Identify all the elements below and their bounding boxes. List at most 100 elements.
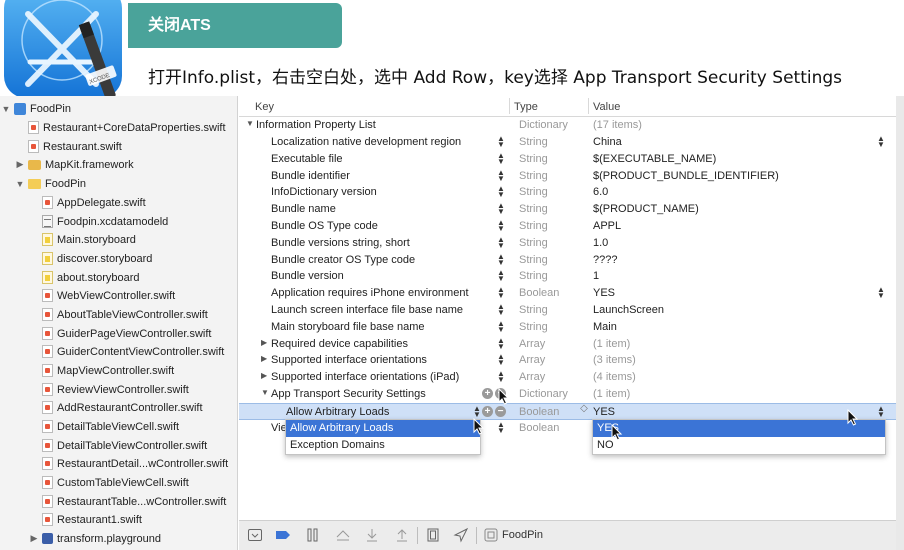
plist-key[interactable]: Required device capabilities: [271, 338, 408, 350]
key-stepper-icon[interactable]: ▲ ▼: [497, 152, 505, 166]
navigator-item[interactable]: WebViewController.swift: [0, 286, 238, 305]
key-stepper-icon[interactable]: ▲ ▼: [497, 320, 505, 334]
navigator-item[interactable]: Foodpin.xcdatamodeld: [0, 212, 238, 231]
plist-value[interactable]: 1.0: [593, 237, 608, 249]
navigator-item[interactable]: DetailTableViewCell.swift: [0, 417, 238, 436]
type-popup-icon[interactable]: ◇: [580, 404, 588, 414]
navigator-item[interactable]: MapViewController.swift: [0, 361, 238, 380]
plist-value[interactable]: LaunchScreen: [593, 304, 664, 316]
scheme-label[interactable]: FoodPin: [502, 529, 543, 541]
plist-row[interactable]: Localization native development region ▲ ▼…: [239, 134, 896, 151]
navigator-item[interactable]: RestaurantTable...wController.swift: [0, 492, 238, 511]
plist-value[interactable]: APPL: [593, 220, 621, 232]
plist-row[interactable]: ▶ Supported interface orientations (iPad)…: [239, 369, 896, 386]
plist-value[interactable]: $(EXECUTABLE_NAME): [593, 153, 716, 165]
key-stepper-icon[interactable]: ▲ ▼: [497, 219, 505, 233]
plist-type[interactable]: String: [519, 237, 548, 249]
plist-type[interactable]: String: [519, 254, 548, 266]
disclosure-closed-icon[interactable]: ▶: [261, 354, 267, 363]
plist-value[interactable]: (1 item): [593, 338, 630, 350]
navigator-item[interactable]: AppDelegate.swift: [0, 193, 238, 212]
navigator-item[interactable]: Restaurant+CoreDataProperties.swift: [0, 118, 238, 137]
plist-value[interactable]: ????: [593, 254, 617, 266]
plist-type[interactable]: String: [519, 220, 548, 232]
value-popup-icon[interactable]: ▲ ▼: [877, 135, 885, 149]
plist-value[interactable]: YES: [593, 287, 615, 299]
breakpoint-icon[interactable]: [275, 527, 291, 543]
plist-type[interactable]: String: [519, 170, 548, 182]
popup-option-allow-arbitrary-loads[interactable]: Allow Arbitrary Loads: [286, 420, 480, 437]
plist-value[interactable]: (3 items): [593, 354, 636, 366]
plist-key[interactable]: App Transport Security Settings: [271, 388, 426, 400]
plist-key[interactable]: InfoDictionary version: [271, 186, 377, 198]
plist-key[interactable]: Supported interface orientations (iPad): [271, 371, 459, 383]
key-stepper-icon[interactable]: ▲ ▼: [497, 185, 505, 199]
plist-row[interactable]: Bundle OS Type code ▲ ▼ String APPL: [239, 218, 896, 235]
disclosure-closed-icon[interactable]: ▶: [15, 159, 25, 170]
plist-key[interactable]: Main storyboard file base name: [271, 321, 424, 333]
plist-type[interactable]: Boolean: [519, 287, 559, 299]
navigator-item[interactable]: ▶ transform.playground: [0, 529, 238, 548]
plist-type[interactable]: Array: [519, 338, 545, 350]
disclosure-closed-icon[interactable]: ▶: [29, 533, 39, 544]
key-stepper-icon[interactable]: ▲ ▼: [497, 421, 505, 435]
navigator-item[interactable]: AddRestaurantController.swift: [0, 398, 238, 417]
value-popup-icon[interactable]: ▲ ▼: [877, 405, 885, 419]
type-column-header[interactable]: Type: [514, 101, 538, 113]
key-stepper-icon[interactable]: ▲ ▼: [497, 236, 505, 250]
plist-key[interactable]: Bundle identifier: [271, 170, 350, 182]
remove-row-icon[interactable]: −: [495, 406, 506, 417]
disclosure-open-icon[interactable]: ▼: [261, 388, 269, 397]
navigator-item[interactable]: GuiderPageViewController.swift: [0, 324, 238, 343]
plist-row[interactable]: Main storyboard file base name ▲ ▼ String Ma…: [239, 319, 896, 336]
navigator-item[interactable]: about.storyboard: [0, 268, 238, 287]
value-popup-icon[interactable]: ▲ ▼: [877, 286, 885, 300]
plist-row[interactable]: Executable file ▲ ▼ String $(EXECUTABLE_NAME…: [239, 151, 896, 168]
pause-icon[interactable]: [305, 527, 321, 543]
plist-type[interactable]: Array: [519, 371, 545, 383]
step-over-icon[interactable]: [335, 527, 351, 543]
key-stepper-icon[interactable]: ▲ ▼: [497, 253, 505, 267]
plist-value[interactable]: 6.0: [593, 186, 608, 198]
plist-value[interactable]: (1 item): [593, 388, 630, 400]
plist-value[interactable]: $(PRODUCT_BUNDLE_IDENTIFIER): [593, 170, 779, 182]
plist-row[interactable]: Bundle identifier ▲ ▼ String $(PRODUCT_BUNDL…: [239, 168, 896, 185]
disclosure-closed-icon[interactable]: ▶: [261, 371, 267, 380]
plist-value[interactable]: $(PRODUCT_NAME): [593, 203, 699, 215]
plist-row[interactable]: Bundle creator OS Type code ▲ ▼ String????: [239, 252, 896, 269]
disclosure-closed-icon[interactable]: ▶: [261, 338, 267, 347]
view-debugger-icon[interactable]: [425, 527, 441, 543]
plist-key[interactable]: Localization native development region: [271, 136, 461, 148]
key-stepper-icon[interactable]: ▲ ▼: [497, 286, 505, 300]
navigator-item[interactable]: Main.storyboard: [0, 230, 238, 249]
key-stepper-icon[interactable]: ▲ ▼: [497, 353, 505, 367]
popup-option-yes[interactable]: YES: [593, 420, 885, 437]
key-stepper-icon[interactable]: ▲ ▼: [497, 169, 505, 183]
popup-option-exception-domains[interactable]: Exception Domains: [286, 437, 480, 454]
plist-key[interactable]: Bundle OS Type code: [271, 220, 378, 232]
key-column-header[interactable]: Key: [255, 101, 274, 113]
navigator-item[interactable]: ▶ MapKit.framework: [0, 155, 238, 174]
add-row-icon[interactable]: +: [482, 406, 493, 417]
plist-key[interactable]: Allow Arbitrary Loads: [286, 406, 389, 418]
plist-key[interactable]: Executable file: [271, 153, 343, 165]
location-icon[interactable]: [453, 527, 469, 543]
plist-type[interactable]: String: [519, 136, 548, 148]
key-stepper-icon[interactable]: ▲ ▼: [497, 269, 505, 283]
navigator-item[interactable]: GuiderContentViewController.swift: [0, 342, 238, 361]
key-stepper-icon[interactable]: ▲ ▼: [497, 202, 505, 216]
plist-value[interactable]: (4 items): [593, 371, 636, 383]
plist-row[interactable]: ▶ Required device capabilities ▲ ▼ Array (1 i…: [239, 336, 896, 353]
plist-key[interactable]: Bundle versions string, short: [271, 237, 410, 249]
key-stepper-icon[interactable]: ▲ ▼: [497, 337, 505, 351]
filter-icon[interactable]: [247, 527, 263, 543]
plist-type[interactable]: String: [519, 321, 548, 333]
navigator-item[interactable]: ReviewViewController.swift: [0, 380, 238, 399]
navigator-item[interactable]: AboutTableViewController.swift: [0, 305, 238, 324]
step-out-icon[interactable]: [394, 527, 410, 543]
navigator-item[interactable]: ▼ FoodPin: [0, 99, 238, 118]
navigator-item[interactable]: RestaurantDetail...wController.swift: [0, 454, 238, 473]
plist-value[interactable]: YES: [593, 406, 615, 418]
navigator-item[interactable]: Restaurant1.swift: [0, 510, 238, 529]
plist-value[interactable]: 1: [593, 270, 599, 282]
